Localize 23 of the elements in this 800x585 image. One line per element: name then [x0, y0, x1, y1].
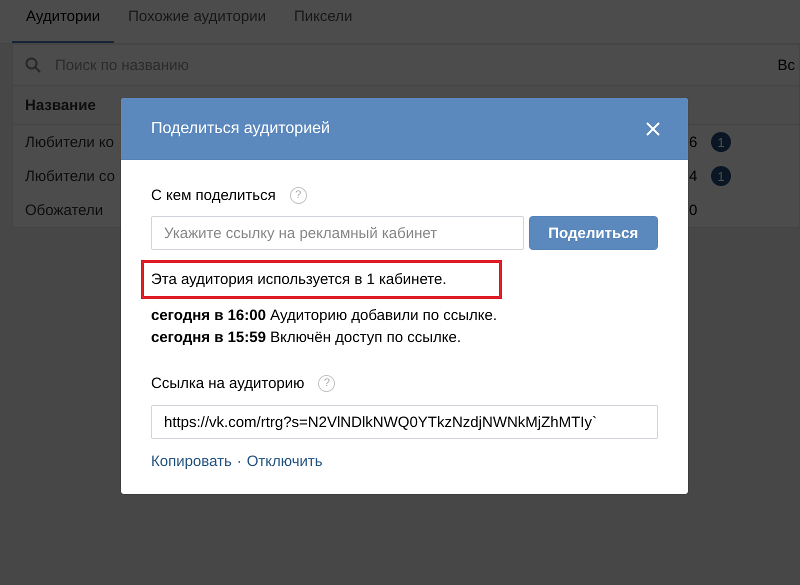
table-cell-text: 4 [689, 168, 698, 184]
help-icon[interactable]: ? [318, 375, 336, 392]
history-entry: сегодня в 16:00 Аудиторию добавили по ссылке. [151, 306, 498, 326]
table-cell-text: Любители со [25, 168, 116, 184]
close-icon[interactable] [646, 122, 660, 136]
highlighted-notice: Эта аудитория используется в 1 кабинете. [141, 260, 502, 299]
field-label: С кем поделиться [151, 187, 276, 204]
table-cell-text: 6 [689, 134, 698, 150]
table-cell-text: Любители ко [25, 134, 115, 150]
disable-link[interactable]: Отключить [246, 453, 323, 470]
table-cell-text: Обожатели [25, 202, 104, 218]
separator: · [236, 453, 242, 470]
copy-link[interactable]: Копировать [151, 453, 232, 470]
table-cell-text: 0 [689, 202, 698, 218]
help-icon[interactable]: ? [290, 187, 307, 204]
column-header[interactable]: Название [25, 96, 96, 114]
cabinet-link-input[interactable]: Укажите ссылку на рекламный кабинет [151, 216, 524, 250]
share-button[interactable]: Поделиться [528, 216, 658, 250]
audience-link-input[interactable]: https://vk.com/rtrg?s=N2VlNDlkNWQ0YTkzNzdjNWNkMjZhMTIy` [151, 405, 658, 439]
history-entry: сегодня в 15:59 Включён доступ по ссылке. [151, 328, 462, 348]
filter-label[interactable]: Вс [777, 56, 795, 74]
dialog-title: Поделиться аудиторией [151, 120, 330, 138]
field-label: Ссылка на аудиторию [151, 375, 304, 392]
